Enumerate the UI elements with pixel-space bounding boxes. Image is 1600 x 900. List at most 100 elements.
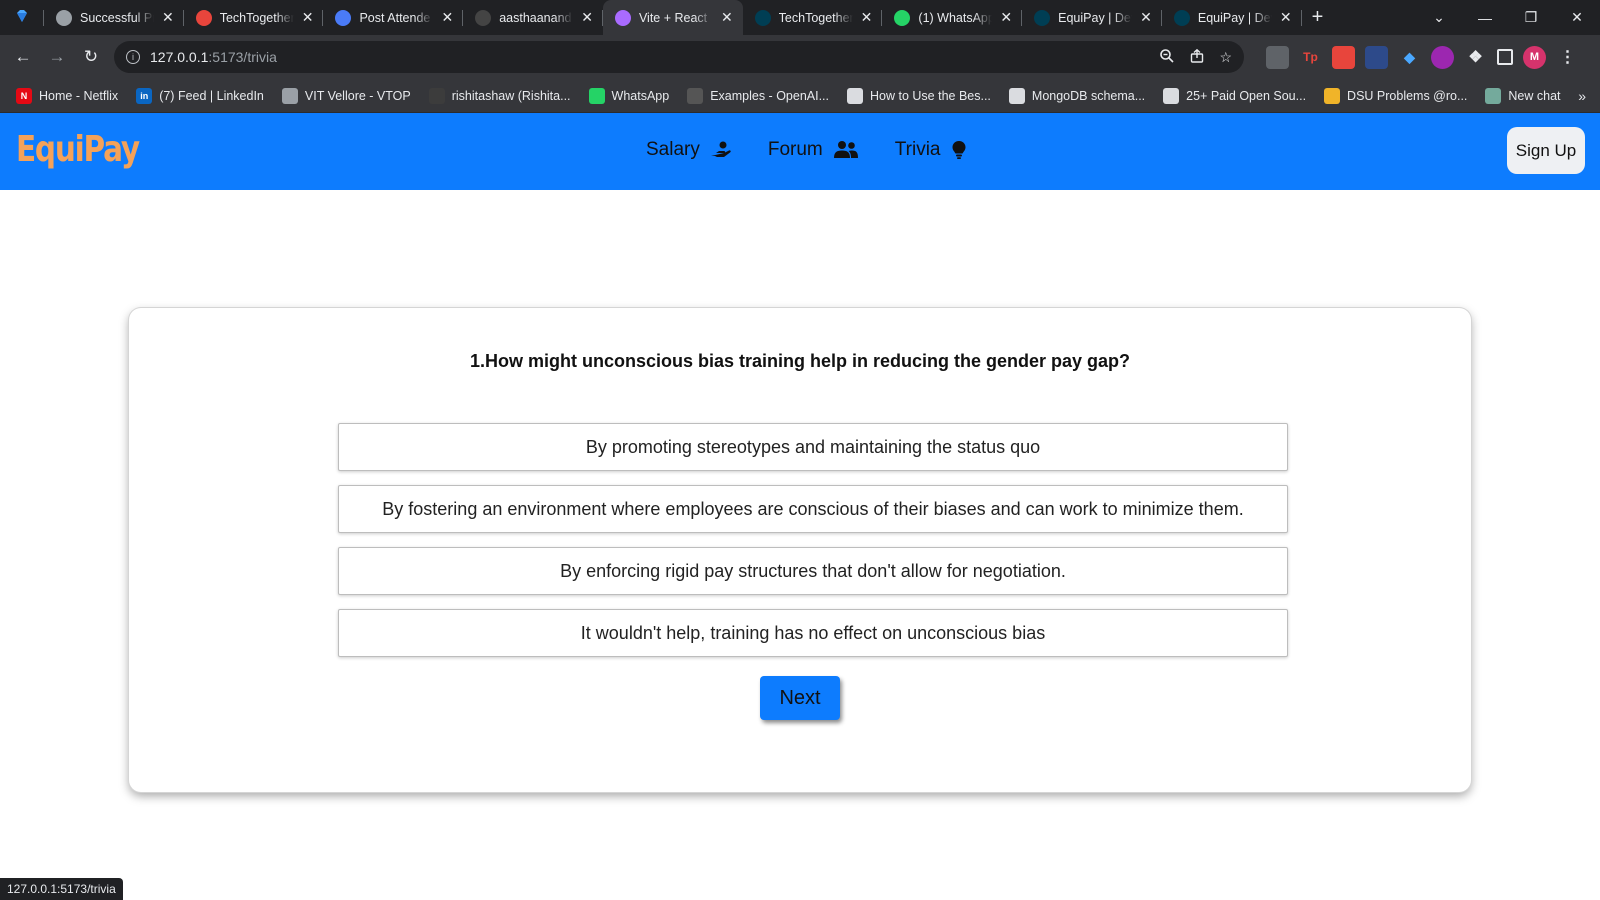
bookmark-item[interactable]: How to Use the Bes...	[847, 87, 991, 104]
dsu-icon	[1324, 87, 1341, 104]
nav-salary[interactable]: Salary	[646, 139, 732, 161]
nav-forum[interactable]: Forum	[768, 139, 859, 161]
browser-tab[interactable]: aasthaanand ✕	[463, 0, 603, 35]
zoom-icon[interactable]	[1159, 48, 1175, 67]
github-icon	[428, 87, 445, 104]
minimize-icon[interactable]: —	[1462, 10, 1508, 26]
extensions-area: Tp ◆ ❖ M ⋮	[1266, 45, 1579, 69]
tab-title: Successful Pr	[80, 10, 154, 25]
bookmarks-overflow-icon[interactable]: »	[1578, 79, 1586, 113]
menu-kebab-icon[interactable]: ⋮	[1556, 46, 1579, 69]
github-icon	[475, 9, 492, 26]
page-icon	[281, 87, 298, 104]
site-info-icon[interactable]: i	[126, 50, 140, 64]
address-bar[interactable]: i 127.0.0.1:5173/trivia ☆	[114, 41, 1244, 73]
bookmark-label: 25+ Paid Open Sou...	[1186, 88, 1307, 103]
trivia-card: 1.How might unconscious bias training he…	[129, 308, 1471, 792]
tab-pinned[interactable]	[0, 0, 44, 35]
back-icon[interactable]: ←	[6, 47, 40, 67]
nav-forum-label: Forum	[767, 139, 823, 160]
bookmark-label: New chat	[1508, 88, 1561, 103]
sign-up-button[interactable]: Sign Up	[1507, 127, 1585, 174]
close-tab-icon[interactable]: ✕	[441, 9, 453, 26]
close-tab-icon[interactable]: ✕	[302, 9, 314, 26]
bookmark-star-icon[interactable]: ☆	[1219, 49, 1232, 66]
close-tab-icon[interactable]: ✕	[1280, 9, 1292, 26]
blue-extension-icon[interactable]	[1365, 45, 1388, 69]
bookmark-item[interactable]: in (7) Feed | LinkedIn	[136, 87, 264, 104]
answer-options: By promoting stereotypes and maintaining…	[338, 423, 1288, 671]
close-tab-icon[interactable]: ✕	[721, 9, 733, 26]
question-text: 1.How might unconscious bias training he…	[469, 351, 1131, 371]
salary-hand-icon	[710, 141, 731, 157]
new-tab-button[interactable]: +	[1312, 0, 1324, 35]
share-icon[interactable]	[1189, 48, 1205, 67]
app-logo[interactable]: EquiPay	[16, 129, 140, 170]
answer-option-2[interactable]: By fostering an environment where employ…	[338, 485, 1288, 533]
close-tab-icon[interactable]: ✕	[861, 9, 873, 26]
page-icon	[1163, 87, 1180, 104]
tab-title: EquiPay | Dev	[1197, 10, 1272, 25]
bookmark-item[interactable]: Examples - OpenAI...	[687, 87, 829, 104]
bookmark-label: How to Use the Bes...	[870, 88, 991, 103]
answer-option-3[interactable]: By enforcing rigid pay structures that d…	[338, 547, 1288, 595]
url-path: :5173/trivia	[208, 49, 277, 65]
answer-option-1[interactable]: By promoting stereotypes and maintaining…	[338, 423, 1288, 471]
bookmark-label: MongoDB schema...	[1031, 88, 1146, 103]
browser-tab[interactable]: (1) WhatsApp ✕	[882, 0, 1022, 35]
purple-extension-icon[interactable]	[1431, 45, 1454, 69]
browser-tab[interactable]: Vite + React ✕	[602, 0, 743, 35]
devpost-icon	[1173, 9, 1190, 26]
devpost-icon	[754, 9, 771, 26]
netflix-icon: N	[16, 87, 32, 104]
close-window-icon[interactable]: ✕	[1554, 9, 1600, 26]
gem-icon	[14, 8, 30, 27]
bookmark-item[interactable]: MongoDB schema...	[1008, 87, 1146, 104]
bookmark-item[interactable]: VIT Vellore - VTOP	[281, 87, 411, 104]
forward-icon[interactable]: →	[40, 47, 74, 67]
browser-tab[interactable]: TechTogether ✕	[184, 0, 324, 35]
bookmark-item[interactable]: N Home - Netflix	[16, 87, 118, 104]
tab-title: Vite + React	[638, 10, 708, 25]
openai-icon	[687, 87, 704, 104]
tab-title: EquiPay | Dev	[1058, 10, 1133, 25]
tab-title: TechTogether	[778, 10, 853, 25]
devpost-icon	[1034, 9, 1051, 26]
window-controls: ⌄ — ❐ ✕	[1416, 0, 1600, 35]
close-tab-icon[interactable]: ✕	[1140, 9, 1152, 26]
tab-title: Post Attende	[359, 10, 431, 25]
close-tab-icon[interactable]: ✕	[162, 9, 174, 26]
gem-extension-icon[interactable]: ◆	[1398, 46, 1421, 69]
reload-icon[interactable]: ↻	[74, 47, 108, 67]
browser-tab[interactable]: EquiPay | Dev ✕	[1162, 0, 1302, 35]
bookmark-item[interactable]: DSU Problems @ro...	[1324, 87, 1467, 104]
techtogether-icon	[195, 9, 212, 26]
bookmark-item[interactable]: WhatsApp	[588, 87, 669, 104]
nav-trivia[interactable]: Trivia	[895, 139, 967, 161]
status-bar-url: 127.0.0.1:5173/trivia	[0, 878, 123, 900]
sidepanel-icon[interactable]	[1497, 49, 1513, 65]
bookmark-item[interactable]: rishitashaw (Rishita...	[428, 87, 571, 104]
chatgpt-icon	[1485, 87, 1502, 104]
page-icon	[1008, 87, 1025, 104]
restore-icon[interactable]: ❐	[1508, 9, 1554, 26]
tp-extension-icon[interactable]: Tp	[1299, 46, 1322, 69]
profile-avatar[interactable]: M	[1523, 45, 1546, 69]
red-extension-icon[interactable]	[1332, 45, 1355, 69]
tab-search-icon[interactable]: ⌄	[1416, 9, 1462, 26]
puzzle-icon[interactable]: ❖	[1464, 46, 1487, 69]
bookmark-item[interactable]: New chat	[1485, 87, 1561, 104]
reading-list-icon[interactable]	[1266, 45, 1289, 69]
vite-icon	[614, 9, 631, 26]
close-tab-icon[interactable]: ✕	[1000, 9, 1012, 26]
url-host: 127.0.0.1	[150, 49, 209, 65]
close-tab-icon[interactable]: ✕	[581, 9, 593, 26]
answer-option-4[interactable]: It wouldn't help, training has no effect…	[338, 609, 1288, 657]
bookmark-item[interactable]: 25+ Paid Open Sou...	[1163, 87, 1307, 104]
page-icon	[847, 87, 864, 104]
browser-tab[interactable]: Post Attende ✕	[323, 0, 463, 35]
browser-tab[interactable]: TechTogether ✕	[743, 0, 883, 35]
next-button[interactable]: Next	[760, 676, 840, 720]
browser-tab[interactable]: EquiPay | Dev ✕	[1022, 0, 1162, 35]
browser-tab[interactable]: Successful Pr ✕	[44, 0, 184, 35]
